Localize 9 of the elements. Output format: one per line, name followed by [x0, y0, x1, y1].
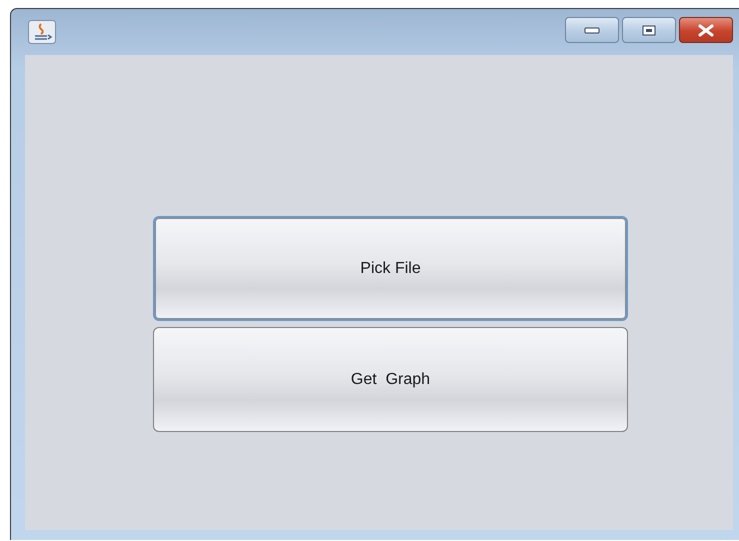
- coffee-cup-icon: [28, 20, 56, 44]
- minimize-button[interactable]: [565, 17, 619, 43]
- close-icon: [697, 24, 715, 36]
- maximize-icon: [642, 24, 656, 36]
- action-button[interactable]: Get Graph: [153, 327, 628, 432]
- maximize-button[interactable]: [622, 17, 676, 43]
- close-button[interactable]: [679, 17, 733, 43]
- action-button[interactable]: Pick File: [153, 216, 628, 321]
- minimize-icon: [584, 26, 600, 34]
